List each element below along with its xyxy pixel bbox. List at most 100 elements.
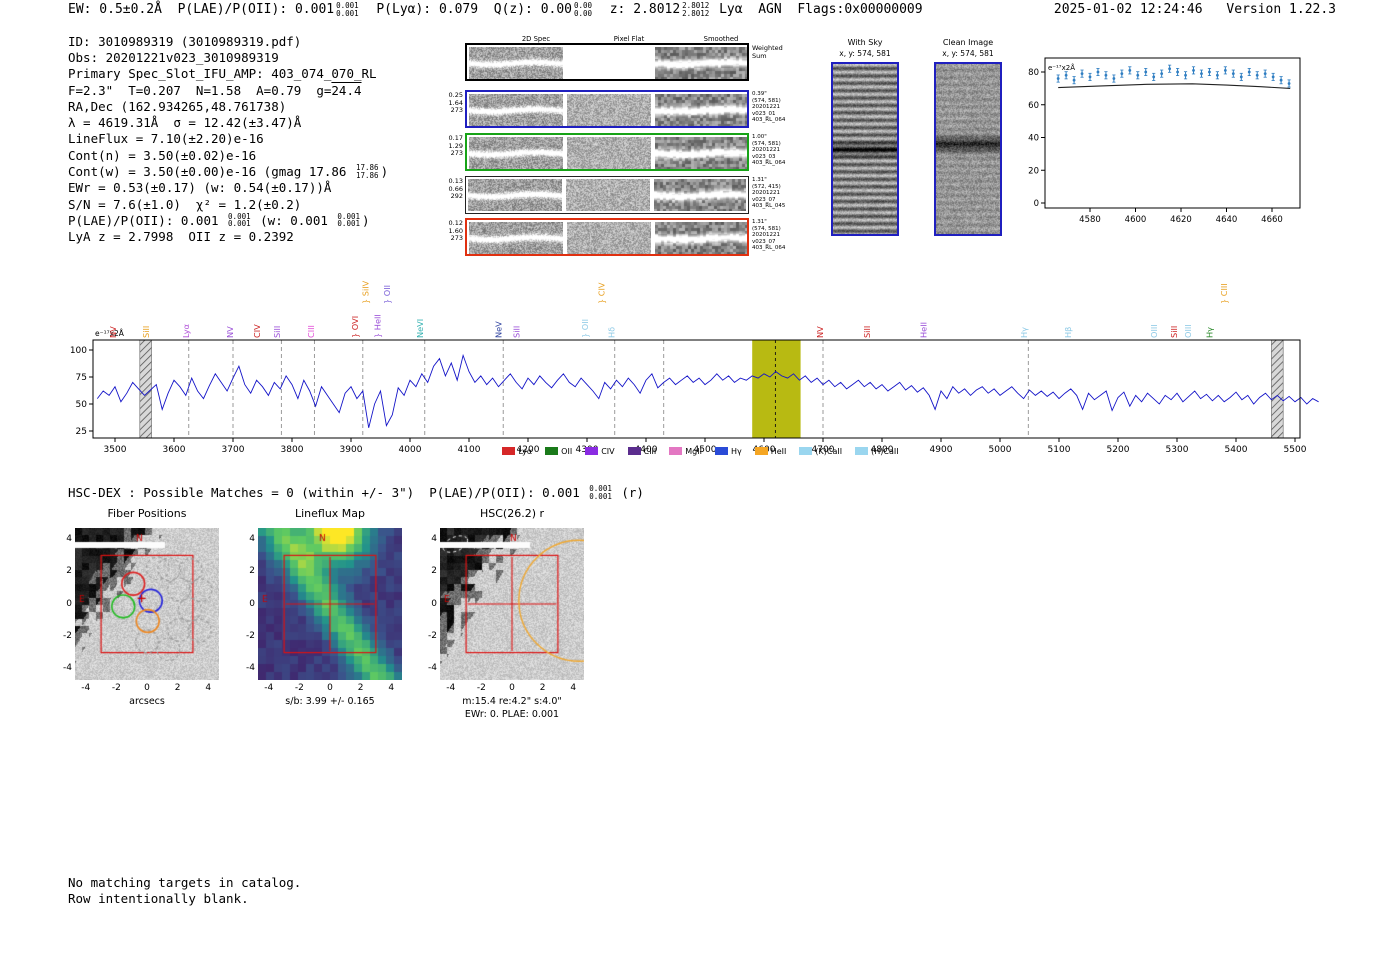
cutout-x-tick: 4 — [205, 683, 212, 693]
fiber-detail-labels: Weighted Sum — [752, 44, 798, 60]
fiber-detail-line: v023_01 — [752, 110, 776, 117]
info-line: Cont(w) = 3.50(±0.00)e-16 (gmag 17.86 17… — [68, 163, 388, 179]
data-point — [1152, 75, 1156, 79]
legend-label: MgII — [685, 447, 702, 456]
cutout-title: Fiber Positions — [107, 507, 187, 520]
cutout-y-tick: 2 — [66, 566, 72, 577]
spec2d-column-header: 2D Spec — [521, 35, 551, 43]
text-segment: HSC-DEX : Possible Matches = 0 (within +… — [68, 485, 588, 500]
legend-swatch — [669, 447, 683, 455]
data-point — [1200, 72, 1203, 76]
image-column-coords: x, y: 574, 581 — [839, 49, 891, 58]
text-segment: P(Lyα): 0.079 Q(z): 0.00 — [360, 2, 573, 17]
fiber-2d-row — [465, 218, 749, 256]
smoothed-image — [655, 222, 747, 254]
fiber-detail-line: 1.31" — [752, 177, 767, 183]
cutout-xlabel2: EWr: 0. PLAE: 0.001 — [464, 709, 560, 720]
spectral-line-label: Hγ — [1204, 327, 1214, 338]
fiber-detail-labels: 1.00" (574, 581) 20201221 v023_03 403_RL_064 — [752, 134, 798, 167]
stack-low: 0.001 — [336, 8, 359, 18]
cutout-x-tick: 0 — [327, 683, 333, 693]
text-segment: EWr = 0.53(±0.17) (w: 0.54(±0.17))Å — [68, 180, 332, 196]
spectral-line-label: NV — [225, 326, 235, 338]
spec2d-image — [469, 222, 563, 254]
stack-low: 0.001 — [228, 219, 251, 229]
legend-label: (H)CaII — [871, 447, 899, 456]
image-column-coords: x, y: 574, 581 — [942, 49, 994, 58]
data-point — [1144, 70, 1148, 74]
spectrum-plot-area — [93, 340, 1300, 438]
data-point — [1247, 70, 1251, 74]
fiber-detail-line: 403_RL_045 — [752, 203, 786, 210]
image-column-title: With Sky — [847, 38, 883, 47]
info-line: Cont(n) = 3.50(±0.02)e-16 — [68, 147, 388, 163]
legend-label: OII — [561, 447, 573, 456]
x-tick-label: 4640 — [1216, 215, 1238, 225]
text-segment: 24.4 — [331, 82, 362, 98]
legend-item: Lyα — [502, 447, 532, 456]
spectral-line-label: SiII — [141, 326, 151, 338]
fiber-cutout-image — [75, 528, 219, 680]
stack-low: 2.8012 — [682, 8, 710, 18]
spectral-line-label: NV — [815, 326, 825, 338]
data-point — [1287, 82, 1291, 85]
spectral-line-label: } OII — [382, 285, 392, 304]
data-point — [1120, 72, 1124, 76]
cutout-y-tick: 0 — [66, 598, 72, 609]
fiber-weight-labels: 0.17 1.29 273 — [443, 134, 463, 158]
stack-low: 0.001 — [589, 491, 612, 501]
fiber-2d-row — [465, 133, 749, 171]
spectral-line-label: Hβ — [1063, 327, 1073, 338]
spectral-line-label: OIII — [1149, 324, 1159, 338]
text-segment: Primary Spec_Slot_IFU_AMP: 403_074_070_R… — [68, 66, 377, 82]
cutout-y-tick: -4 — [246, 663, 255, 674]
footer-line: Row intentionally blank. — [68, 890, 249, 906]
fiber-2d-row — [465, 176, 749, 214]
emission-highlight-band — [752, 340, 801, 438]
emission-zoom-chart: 0 20 40 60 80 4580 4600 4620 4640 4660 e⁻¹⁷x2Å — [1028, 57, 1301, 225]
text-segment: LineFlux = 7.10(±2.20)e-16 — [68, 131, 264, 147]
x-tick-label: 4620 — [1170, 215, 1192, 225]
info-line: P(LAE)/P(OII): 0.001 0.001 0.001 (w: 0.00… — [68, 212, 388, 228]
with-sky-image — [831, 62, 899, 236]
footer-line: No matching targets in catalog. — [68, 875, 302, 890]
fiber-detail-line: 1.00" — [752, 134, 767, 140]
cutout-x-tick: 2 — [357, 683, 364, 693]
spectral-line-label: NV — [108, 326, 118, 338]
fiber-weight-value: 273 — [450, 106, 463, 115]
data-point — [1160, 72, 1164, 76]
cutout-title: Lineflux Map — [294, 507, 366, 520]
spectral-line-label: NeV — [493, 321, 503, 338]
x-tick-label: 4600 — [1125, 215, 1147, 225]
fiber-detail-line: 403_RL_064 — [752, 245, 786, 252]
fiber-weight-labels: 0.25 1.64 273 — [443, 91, 463, 115]
y-tick-label: 0 — [1034, 199, 1039, 209]
fiber-detail-line: 1.31" — [752, 219, 767, 225]
spectral-line-label: Hδ — [607, 327, 617, 338]
fiber-detail-line: Weighted — [752, 44, 783, 52]
x-tick-label: 4660 — [1261, 215, 1283, 225]
info-line: F=2.3" T=0.207 N=1.58 A=0.79 g= 24.4 — [68, 82, 388, 98]
spectral-line-label: SiII — [272, 326, 282, 338]
spectral-line-label: } OII — [580, 319, 590, 338]
info-line: Obs: 20201221v023_3010989319 — [68, 49, 388, 65]
elixer-report-page: EW: 0.5±0.2Å P(LAE)/P(OII): 0.001 0.001 0.… — [0, 0, 1400, 953]
fiber-detail-line: 0.39" — [752, 91, 767, 97]
stack-low: 17.86 — [355, 170, 379, 180]
stacked-uncertainty: 0.001 0.001 — [228, 213, 251, 228]
spectral-line-label: } CIV — [597, 282, 607, 304]
info-line: LyA z = 2.7998 OII z = 0.2392 — [68, 229, 388, 245]
text-segment: P(LAE)/P(OII): 0.001 — [68, 212, 227, 228]
spectral-line-label: } SiIV — [361, 280, 371, 304]
stacked-uncertainty: 0.001 0.001 — [336, 2, 359, 17]
report-version: Version 1.22.3 — [1226, 2, 1336, 17]
spec2d-column-header: Smoothed — [703, 35, 739, 43]
spec2d-image — [469, 137, 563, 169]
cutout-y-tick: 2 — [249, 566, 255, 577]
fiber-detail-line: v023_07 — [752, 238, 776, 245]
pixel-flat-image — [567, 47, 651, 79]
cutout-x-tick: 2 — [539, 683, 546, 693]
cutout-x-tick: -2 — [294, 683, 304, 693]
data-point — [1080, 72, 1084, 76]
smoothed-image — [655, 137, 747, 169]
